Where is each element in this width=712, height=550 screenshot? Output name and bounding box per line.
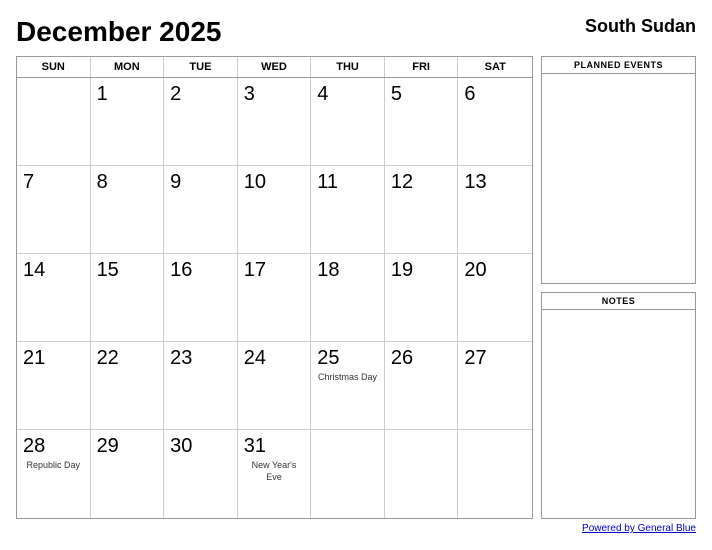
day-cell: 28 Republic Day (17, 430, 91, 518)
day-cell: 5 (385, 78, 459, 166)
day-number: 17 (244, 258, 305, 282)
day-number: 5 (391, 82, 452, 106)
day-cell: 6 (458, 78, 532, 166)
day-header-tue: TUE (164, 57, 238, 77)
planned-events-content (542, 74, 695, 283)
day-cell: 19 (385, 254, 459, 342)
day-header-wed: WED (238, 57, 312, 77)
day-number: 30 (170, 434, 231, 458)
day-number: 14 (23, 258, 84, 282)
day-cell: 22 (91, 342, 165, 430)
day-number: 1 (97, 82, 158, 106)
day-cell (385, 430, 459, 518)
sidebar: PLANNED EVENTS NOTES (541, 56, 696, 519)
day-cell (458, 430, 532, 518)
day-number: 28 (23, 434, 84, 458)
day-number: 12 (391, 170, 452, 194)
planned-events-box: PLANNED EVENTS (541, 56, 696, 284)
day-header-sat: SAT (458, 57, 532, 77)
notes-content (542, 310, 695, 519)
notes-title: NOTES (542, 293, 695, 310)
powered-by-link[interactable]: Powered by General Blue (582, 523, 696, 534)
day-number: 13 (464, 170, 526, 194)
calendar-body: 1234567891011121314151617181920212223242… (17, 78, 532, 518)
day-header-mon: MON (91, 57, 165, 77)
footer: Powered by General Blue (16, 523, 696, 534)
notes-box: NOTES (541, 292, 696, 520)
day-cell: 11 (311, 166, 385, 254)
day-cell: 3 (238, 78, 312, 166)
day-event-label: Christmas Day (317, 372, 378, 384)
day-event-label: Republic Day (23, 460, 84, 472)
day-number: 7 (23, 170, 84, 194)
day-cell: 25 Christmas Day (311, 342, 385, 430)
day-cell: 10 (238, 166, 312, 254)
day-cell: 21 (17, 342, 91, 430)
day-cell: 13 (458, 166, 532, 254)
day-cell: 4 (311, 78, 385, 166)
day-header-thu: THU (311, 57, 385, 77)
day-cell: 30 (164, 430, 238, 518)
day-number: 11 (317, 170, 378, 194)
day-number: 8 (97, 170, 158, 194)
day-number: 6 (464, 82, 526, 106)
day-cell (17, 78, 91, 166)
calendar: SUNMONTUEWEDTHUFRISAT 123456789101112131… (16, 56, 533, 519)
day-number: 21 (23, 346, 84, 370)
day-cell (311, 430, 385, 518)
day-event-label: New Year's Eve (244, 460, 305, 483)
day-cell: 26 (385, 342, 459, 430)
day-number: 26 (391, 346, 452, 370)
day-cell: 8 (91, 166, 165, 254)
day-cell: 15 (91, 254, 165, 342)
day-header-sun: SUN (17, 57, 91, 77)
country-name: South Sudan (585, 16, 696, 37)
day-cell: 16 (164, 254, 238, 342)
day-number: 9 (170, 170, 231, 194)
day-cell: 7 (17, 166, 91, 254)
day-number: 3 (244, 82, 305, 106)
day-cell: 20 (458, 254, 532, 342)
day-cell: 18 (311, 254, 385, 342)
day-cell: 23 (164, 342, 238, 430)
day-number: 4 (317, 82, 378, 106)
day-cell: 14 (17, 254, 91, 342)
day-number: 20 (464, 258, 526, 282)
day-cell: 17 (238, 254, 312, 342)
day-number: 2 (170, 82, 231, 106)
page-title: December 2025 (16, 16, 221, 48)
day-number: 15 (97, 258, 158, 282)
day-header-fri: FRI (385, 57, 459, 77)
day-cell: 2 (164, 78, 238, 166)
day-number: 29 (97, 434, 158, 458)
day-cell: 1 (91, 78, 165, 166)
planned-events-title: PLANNED EVENTS (542, 57, 695, 74)
day-number: 19 (391, 258, 452, 282)
day-number: 24 (244, 346, 305, 370)
day-cell: 24 (238, 342, 312, 430)
day-number: 23 (170, 346, 231, 370)
day-number: 25 (317, 346, 378, 370)
day-number: 18 (317, 258, 378, 282)
day-number: 22 (97, 346, 158, 370)
day-number: 31 (244, 434, 305, 458)
day-cell: 27 (458, 342, 532, 430)
day-cell: 29 (91, 430, 165, 518)
day-cell: 12 (385, 166, 459, 254)
calendar-header: SUNMONTUEWEDTHUFRISAT (17, 57, 532, 78)
day-number: 16 (170, 258, 231, 282)
day-cell: 31New Year's Eve (238, 430, 312, 518)
day-number: 27 (464, 346, 526, 370)
day-cell: 9 (164, 166, 238, 254)
day-number: 10 (244, 170, 305, 194)
